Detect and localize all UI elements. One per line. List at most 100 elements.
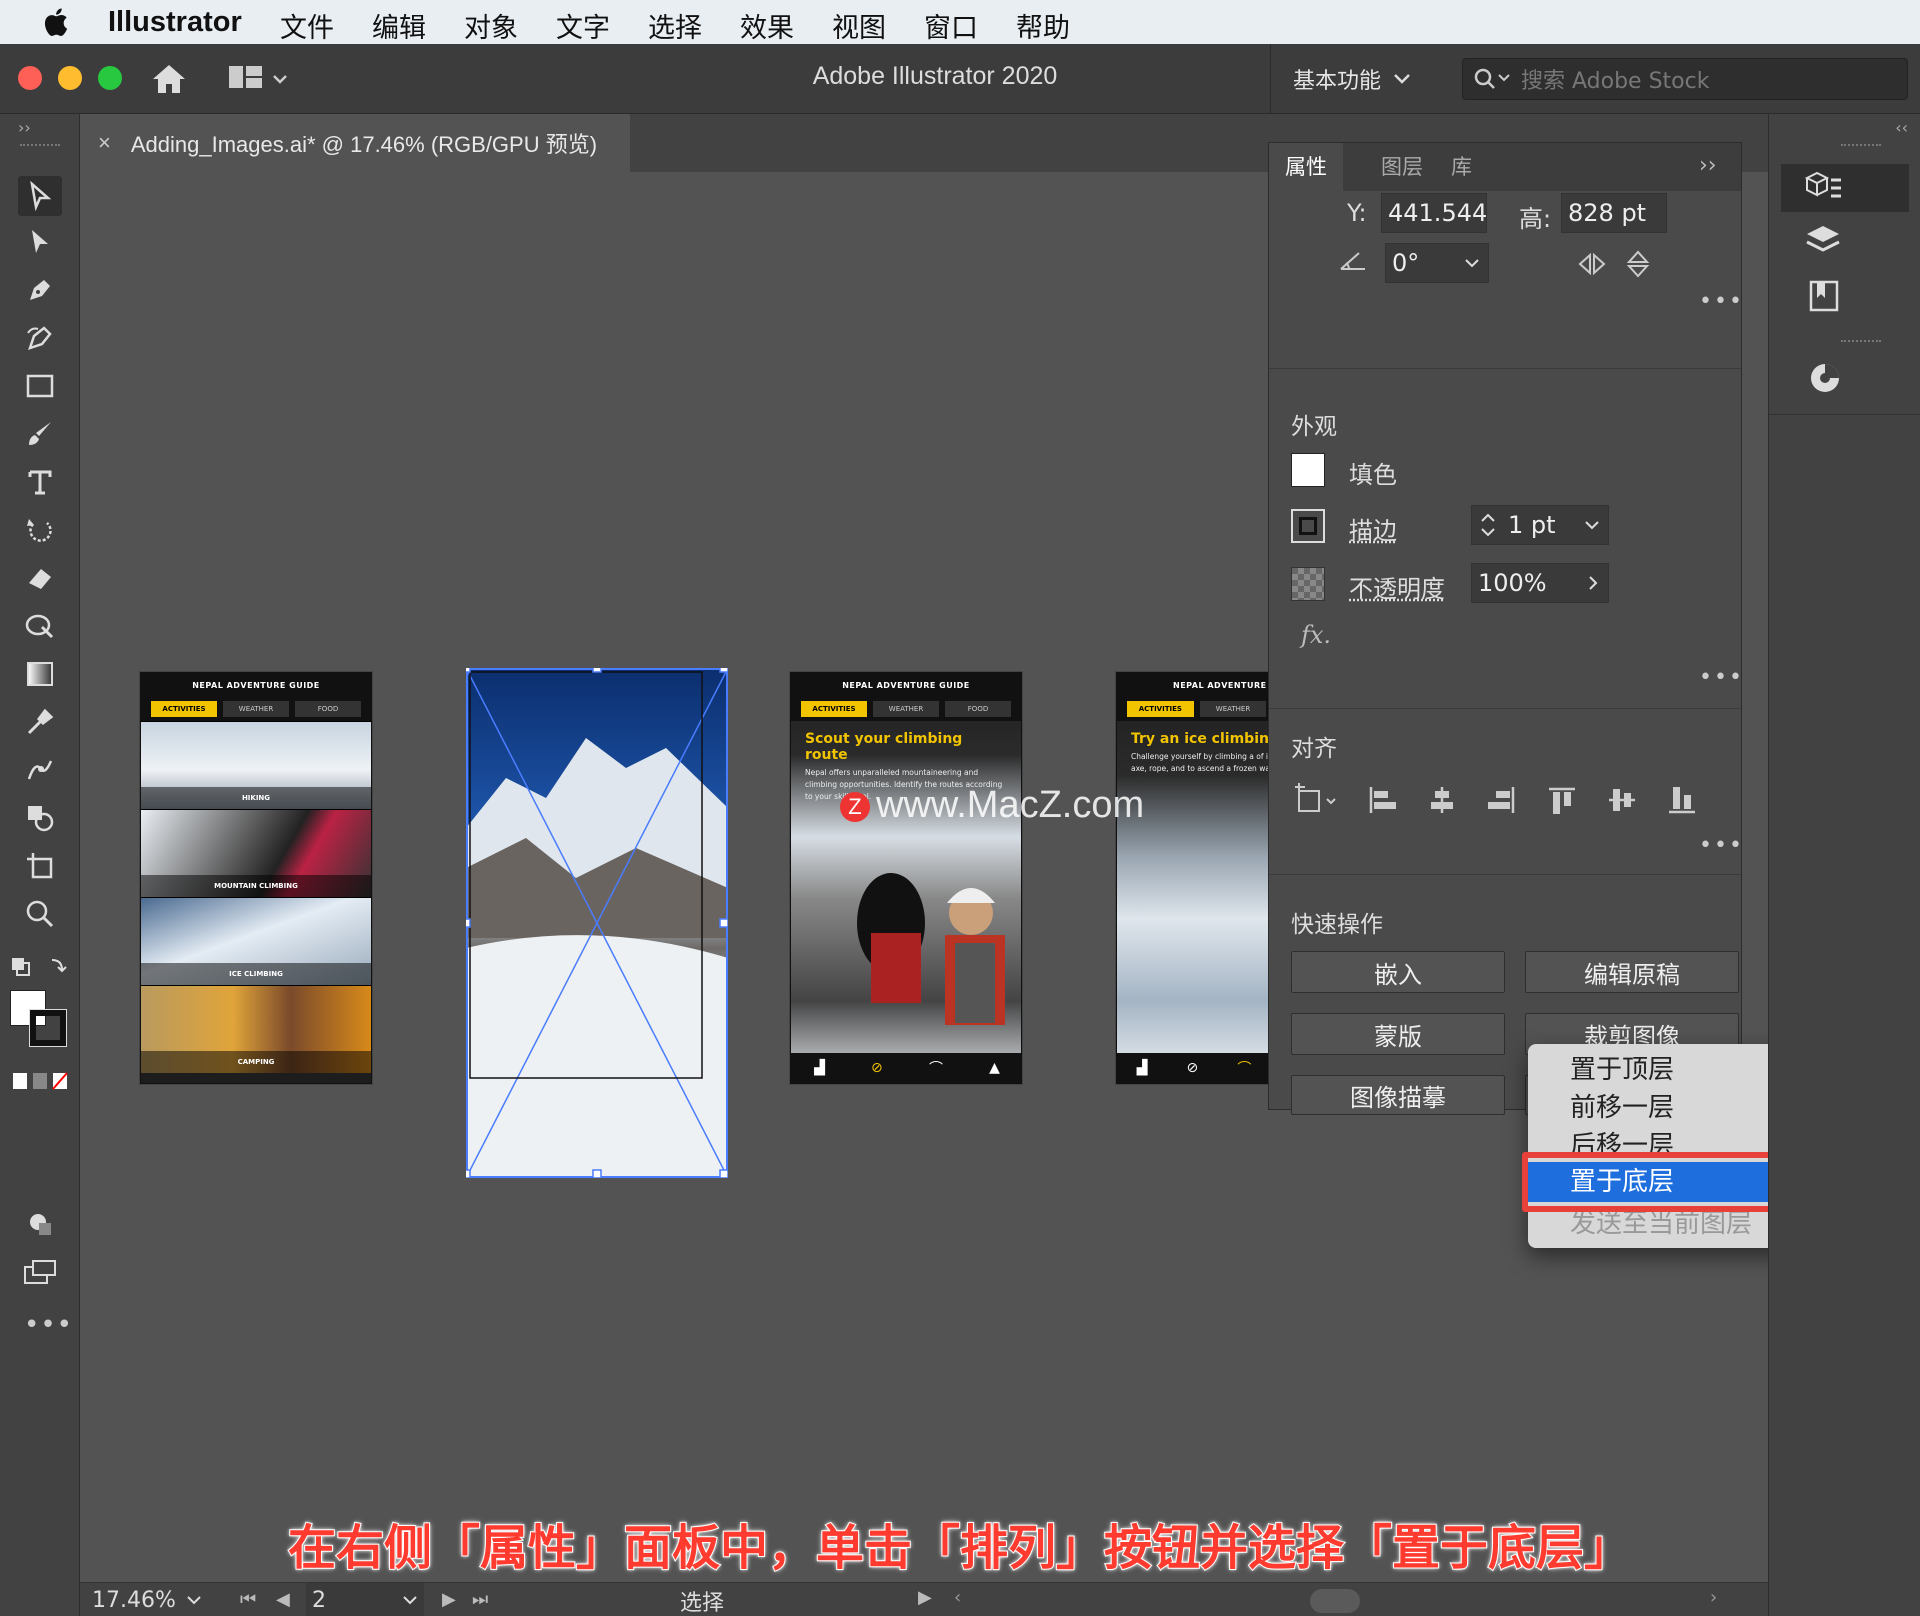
embed-button[interactable]: 嵌入	[1291, 951, 1505, 993]
free-transform-tool[interactable]	[18, 606, 62, 646]
menu-window[interactable]: 窗口	[924, 6, 978, 45]
rectangle-tool[interactable]	[18, 366, 62, 406]
fill-color-swatch[interactable]	[1291, 453, 1325, 487]
close-tab-icon[interactable]: ×	[98, 130, 111, 156]
stroke-label[interactable]: 描边	[1349, 511, 1397, 546]
puppet-warp-tool[interactable]	[18, 750, 62, 790]
direct-selection-tool[interactable]	[18, 222, 62, 262]
menu-select[interactable]: 选择	[648, 6, 702, 45]
align-horizontal-center-icon[interactable]	[1425, 783, 1459, 817]
flip-horizontal-icon[interactable]	[1577, 251, 1607, 277]
dock-grip[interactable]	[1841, 340, 1881, 342]
app-menu[interactable]: Illustrator	[108, 6, 242, 39]
placed-image[interactable]	[466, 668, 728, 1178]
tab-libraries[interactable]: 库	[1435, 143, 1488, 191]
artboard-tool[interactable]	[18, 846, 62, 886]
color-mode-icons[interactable]	[12, 1072, 68, 1094]
gradient-tool[interactable]	[18, 654, 62, 694]
workspace-switcher[interactable]: 基本功能	[1270, 44, 1411, 114]
more-transform-options-icon[interactable]: •••	[1699, 289, 1744, 314]
collapse-toolbox-icon[interactable]: ››	[18, 118, 31, 137]
align-right-icon[interactable]	[1485, 783, 1519, 817]
angle-icon	[1340, 252, 1365, 270]
align-to-selection-icon[interactable]	[1293, 783, 1339, 817]
artboard-4[interactable]: NEPAL ADVENTURE GUIDE ACTIVITIES WEATHER…	[1116, 672, 1270, 1084]
menu-edit[interactable]: 编辑	[372, 6, 426, 45]
quick-actions-title: 快速操作	[1291, 912, 1383, 938]
stroke-swatch[interactable]	[29, 1009, 67, 1047]
panel-menu-icon[interactable]: ››	[1699, 153, 1717, 178]
first-artboard-icon[interactable]: ⏮	[240, 1589, 256, 1610]
eraser-tool[interactable]	[18, 558, 62, 598]
status-menu-icon[interactable]: ▶	[918, 1587, 932, 1608]
opacity-label[interactable]: 不透明度	[1349, 569, 1445, 604]
menu-effect[interactable]: 效果	[740, 6, 794, 45]
document-tab[interactable]: × Adding_Images.ai* @ 17.46% (RGB/GPU 预览…	[80, 114, 630, 172]
more-appearance-options-icon[interactable]: •••	[1699, 665, 1744, 690]
apple-icon[interactable]	[40, 6, 70, 38]
swap-fill-stroke-icon[interactable]	[10, 954, 70, 984]
tab-layers[interactable]: 图层	[1365, 143, 1439, 191]
eyedropper-tool[interactable]	[18, 702, 62, 742]
align-vertical-center-icon[interactable]	[1605, 783, 1639, 817]
horizontal-scroll-thumb[interactable]	[1310, 1589, 1360, 1613]
stepper-icon[interactable]	[1478, 510, 1498, 540]
flip-vertical-icon[interactable]	[1625, 249, 1651, 279]
image-trace-button[interactable]: 图像描摹	[1291, 1075, 1505, 1115]
pen-tool[interactable]	[18, 270, 62, 310]
curvature-tool[interactable]	[18, 318, 62, 358]
color-themes-dock-icon[interactable]	[1805, 358, 1845, 402]
toolbox-grip[interactable]	[20, 144, 60, 150]
menu-view[interactable]: 视图	[832, 6, 886, 45]
stroke-color-swatch[interactable]	[1291, 509, 1325, 543]
angle-input[interactable]: 0°	[1385, 243, 1489, 283]
layers-dock-icon[interactable]	[1805, 222, 1841, 266]
tab-properties[interactable]: 属性	[1269, 143, 1343, 191]
menu-item-bring-to-front[interactable]: 置于顶层	[1528, 1052, 1806, 1088]
align-top-icon[interactable]	[1545, 783, 1579, 817]
shape-builder-tool[interactable]	[18, 798, 62, 838]
properties-dock-icon[interactable]	[1781, 164, 1909, 212]
menu-item-bring-forward[interactable]: 前移一层	[1528, 1090, 1806, 1126]
align-bottom-icon[interactable]	[1665, 783, 1699, 817]
artboard-number-input[interactable]: 2	[306, 1583, 424, 1616]
menu-type[interactable]: 文字	[556, 6, 610, 45]
previous-artboard-icon[interactable]: ◀	[276, 1589, 290, 1610]
collapse-dock-icon[interactable]: ‹‹	[1895, 118, 1908, 137]
rotate-tool[interactable]	[18, 510, 62, 550]
artboard-1[interactable]: NEPAL ADVENTURE GUIDE ACTIVITIES WEATHER…	[140, 672, 372, 1084]
opacity-input[interactable]: 100%	[1471, 563, 1609, 603]
effects-icon[interactable]: fx.	[1301, 621, 1331, 649]
selection-tool[interactable]	[18, 176, 62, 216]
menu-object[interactable]: 对象	[464, 6, 518, 45]
more-tools-icon[interactable]: •••	[24, 1310, 73, 1340]
scroll-left-icon[interactable]: ‹	[954, 1587, 961, 1608]
draw-mode-icon[interactable]	[18, 1204, 62, 1244]
artboard-headline: Scout your climbing route	[791, 721, 1021, 763]
scroll-right-icon[interactable]: ›	[1710, 1587, 1717, 1608]
mask-button[interactable]: 蒙版	[1291, 1013, 1505, 1055]
more-align-options-icon[interactable]: •••	[1699, 833, 1744, 858]
fill-label: 填色	[1349, 461, 1397, 489]
align-section: 对齐 •••	[1269, 709, 1744, 875]
libraries-dock-icon[interactable]	[1805, 278, 1841, 318]
stock-search-field[interactable]: 搜索 Adobe Stock	[1462, 58, 1908, 100]
headline-part: Try an	[1131, 731, 1185, 747]
paintbrush-tool[interactable]	[18, 414, 62, 454]
menu-file[interactable]: 文件	[280, 6, 334, 45]
y-input[interactable]: 441.544	[1381, 193, 1487, 233]
last-artboard-icon[interactable]: ⏭	[472, 1589, 488, 1610]
artboard-3[interactable]: NEPAL ADVENTURE GUIDE ACTIVITIES WEATHER…	[790, 672, 1022, 1084]
zoom-tool[interactable]	[18, 894, 62, 934]
height-label: 高:	[1519, 205, 1552, 233]
menu-help[interactable]: 帮助	[1016, 6, 1070, 45]
align-left-icon[interactable]	[1365, 783, 1399, 817]
height-input[interactable]: 828 pt	[1561, 193, 1667, 233]
next-artboard-icon[interactable]: ▶	[442, 1589, 456, 1610]
dock-grip[interactable]	[1841, 144, 1881, 146]
edit-original-button[interactable]: 编辑原稿	[1525, 951, 1739, 993]
stroke-weight-input[interactable]: 1 pt	[1471, 505, 1609, 545]
screen-mode-icon[interactable]	[18, 1252, 62, 1292]
zoom-control[interactable]: 17.46%	[92, 1583, 202, 1616]
type-tool[interactable]	[18, 462, 62, 502]
